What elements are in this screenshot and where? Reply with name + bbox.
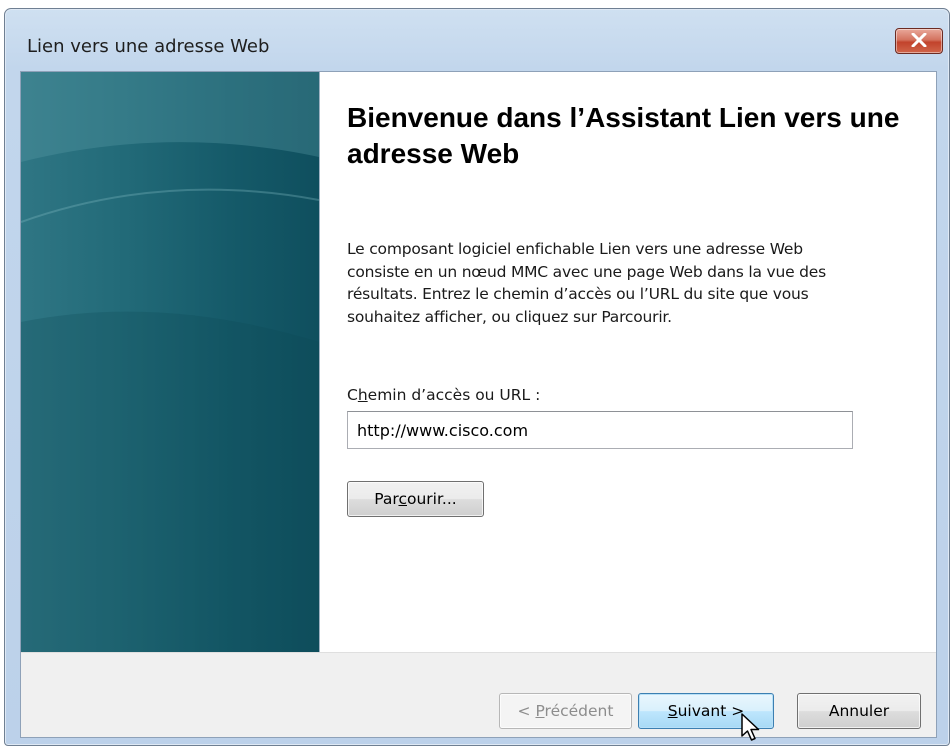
previous-button[interactable]: < Précédent [499,693,632,729]
url-label: Chemin d’accès ou URL : [347,386,540,404]
url-input[interactable] [347,411,853,449]
wizard-footer: < Précédent Suivant > Annuler [21,652,936,737]
wizard-heading: Bienvenue dans l’Assistant Lien vers une… [347,102,900,169]
next-label-accelerator: S [667,702,678,720]
window-title: Lien vers une adresse Web [27,36,270,57]
wizard-window: Lien vers une adresse Web Bienvenue dans… [4,8,950,746]
wizard-content: Bienvenue dans l’Assistant Lien vers une… [20,71,937,738]
browse-button[interactable]: Parcourir... [347,481,484,517]
browse-label-part: ourir... [407,490,457,508]
title-bar[interactable]: Lien vers une adresse Web [5,9,949,71]
url-label-accelerator: h [357,386,368,404]
banner-decoration [21,72,319,652]
wizard-description: Le composant logiciel enfichable Lien ve… [347,240,826,326]
close-button[interactable] [895,28,943,54]
mouse-pointer-icon [741,713,760,741]
wizard-side-banner [21,72,319,652]
next-label-part: uivant > [677,702,745,720]
url-label-part: emin d’accès ou URL : [367,386,541,404]
previous-label-part: < [517,702,536,720]
previous-label-accelerator: P [535,702,545,720]
browse-label-part: Par [374,490,399,508]
banner-divider [319,72,320,652]
browse-label-accelerator: c [398,490,407,508]
url-label-part: C [347,386,358,404]
cancel-button[interactable]: Annuler [797,693,921,729]
previous-label-part: récédent [544,702,614,720]
close-icon [911,33,927,47]
